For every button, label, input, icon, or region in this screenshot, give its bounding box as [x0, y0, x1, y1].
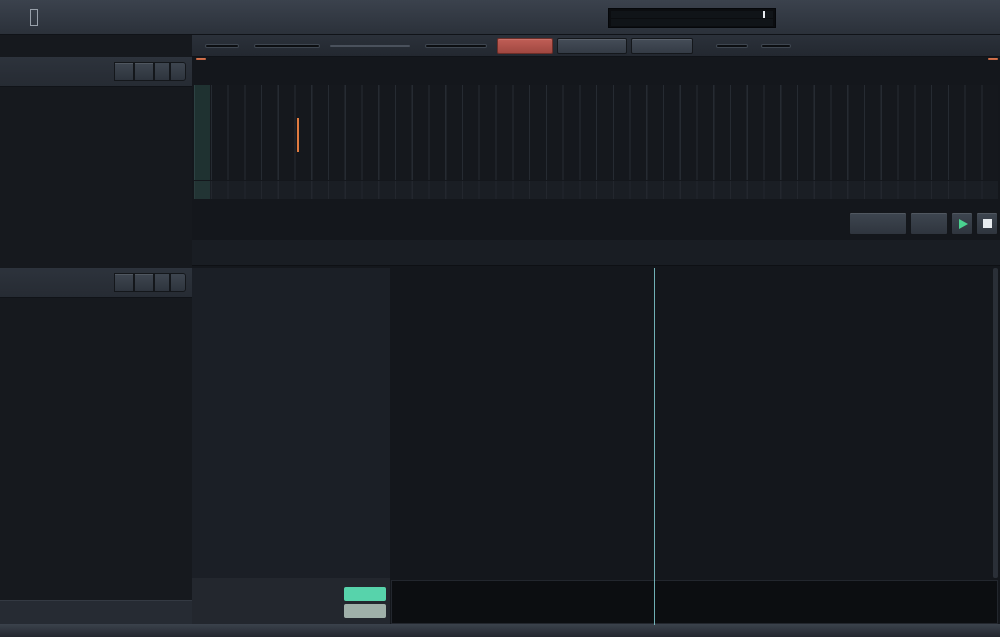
crop-button[interactable] — [497, 38, 553, 54]
beat-numbers — [391, 268, 998, 278]
sync-bpm-button[interactable] — [631, 38, 693, 54]
waveform-overview[interactable] — [194, 181, 998, 199]
grid-rows — [391, 278, 998, 578]
preset-next-icon[interactable] — [170, 273, 186, 292]
library-prev-icon[interactable] — [154, 62, 170, 81]
shop-button[interactable] — [134, 62, 154, 81]
stop-button[interactable] — [976, 212, 998, 235]
marker-row — [192, 57, 1000, 70]
plugin-window — [0, 0, 1000, 637]
stretch-select[interactable] — [425, 44, 487, 48]
start-marker[interactable] — [196, 58, 206, 60]
presets-header — [0, 268, 192, 298]
slice-slider[interactable] — [330, 45, 410, 47]
play-to-end-button[interactable] — [557, 38, 627, 54]
create-button[interactable] — [114, 62, 134, 81]
slice-mode-select[interactable] — [254, 44, 320, 48]
sidebar-tabs — [0, 37, 192, 57]
init-button[interactable] — [134, 273, 154, 292]
playhead — [654, 268, 655, 625]
library-next-icon[interactable] — [170, 62, 186, 81]
sidebar — [0, 35, 192, 624]
sample-playhead — [297, 118, 299, 152]
stop-icon — [983, 219, 992, 228]
panning-lane-button[interactable] — [344, 604, 386, 618]
save-button[interactable] — [114, 273, 134, 292]
author-bar — [0, 600, 192, 624]
end-marker[interactable] — [988, 58, 998, 60]
library-header — [0, 57, 192, 87]
initial-logo — [30, 9, 38, 26]
velocity-lane-button[interactable] — [344, 587, 386, 601]
step-grid[interactable] — [391, 268, 998, 578]
track-pane — [192, 268, 390, 578]
velocity-lane[interactable] — [391, 580, 998, 624]
note-ruler — [194, 70, 998, 84]
play-icon — [959, 219, 968, 229]
project-bpm-value[interactable] — [716, 44, 748, 48]
active-slice-highlight — [194, 85, 210, 180]
pattern-mode-button[interactable] — [849, 212, 907, 235]
reverb-panel — [192, 578, 390, 624]
level-meter — [608, 8, 776, 28]
preset-prev-icon[interactable] — [154, 273, 170, 292]
lane-scrollbar[interactable] — [387, 587, 390, 619]
top-bar — [0, 0, 1000, 35]
grid-scrollbar[interactable] — [993, 268, 998, 578]
transport — [849, 212, 998, 235]
start-note-value[interactable] — [205, 44, 239, 48]
overview-slice-highlight — [194, 181, 210, 199]
sample-bpm-value[interactable] — [761, 44, 791, 48]
play-button[interactable] — [951, 212, 973, 235]
song-mode-button[interactable] — [910, 212, 948, 235]
mode-tabs — [192, 210, 1000, 237]
bottom-strip — [0, 624, 1000, 637]
sequencer-toolbar — [192, 240, 1000, 266]
sample-toolbar — [192, 35, 1000, 57]
waveform-display[interactable] — [194, 85, 998, 180]
